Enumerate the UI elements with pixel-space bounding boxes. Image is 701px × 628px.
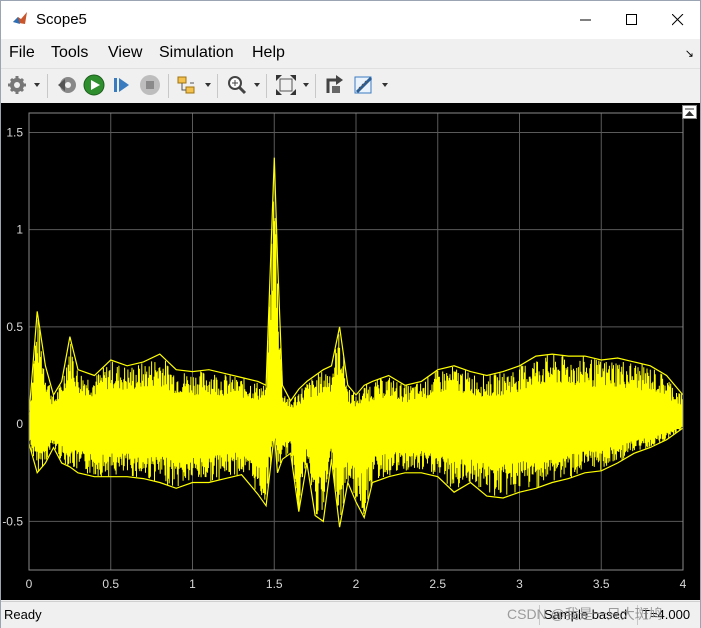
x-tick-label: 1.5	[266, 577, 283, 591]
y-tick-label: 1	[16, 223, 23, 237]
run-icon	[83, 74, 105, 96]
matlab-logo-icon	[12, 11, 28, 27]
status-text: Ready	[4, 607, 42, 622]
stop-icon	[139, 74, 161, 96]
x-tick-label: 0	[26, 577, 33, 591]
x-tick-label: 2.5	[429, 577, 446, 591]
x-tick-label: 1	[189, 577, 196, 591]
minimize-button[interactable]	[562, 1, 608, 39]
scope-chart[interactable]: 0 0.5 1 1.5 2 2.5 3 3.5 4 1.5 1 0.5 0 -0.5	[1, 103, 700, 600]
undock-icon	[683, 106, 696, 123]
y-tick-label: 1.5	[6, 125, 23, 139]
signal-selection-button[interactable]	[176, 74, 198, 96]
close-button[interactable]	[654, 1, 700, 39]
menu-bar: File Tools View Simulation Help ↘	[1, 39, 700, 67]
highlight-block-button[interactable]	[324, 74, 346, 96]
separator	[168, 74, 169, 98]
separator	[266, 74, 267, 98]
x-tick-label: 2	[353, 577, 360, 591]
menu-tools[interactable]: Tools	[51, 44, 88, 62]
autoscale-button[interactable]	[275, 74, 297, 96]
scope-window: Scope5 File Tools View Simulation Help ↘	[0, 0, 701, 628]
step-forward-icon	[111, 74, 133, 96]
measurements-button[interactable]	[353, 74, 375, 96]
x-tick-label: 3	[516, 577, 523, 591]
maximize-button[interactable]	[608, 1, 654, 39]
y-tick-label: -0.5	[2, 514, 23, 528]
autoscale-icon	[275, 74, 297, 96]
step-back-icon	[56, 74, 78, 96]
scope-plot-area[interactable]: 0 0.5 1 1.5 2 2.5 3 3.5 4 1.5 1 0.5 0 -0.5	[1, 103, 700, 600]
run-button[interactable]	[83, 74, 105, 96]
separator	[217, 74, 218, 98]
watermark: CSDN @我是一只大斑鸠	[507, 606, 663, 622]
zoom-icon	[226, 74, 248, 96]
x-tick-label: 3.5	[593, 577, 610, 591]
stop-button[interactable]	[139, 74, 161, 96]
step-forward-button[interactable]	[111, 74, 133, 96]
dock-arrow-icon[interactable]: ↘	[685, 47, 694, 60]
menu-simulation[interactable]: Simulation	[159, 44, 234, 62]
configuration-button[interactable]	[7, 74, 27, 96]
window-title: Scope5	[36, 11, 87, 28]
toolbar	[1, 68, 700, 104]
autoscale-dropdown-arrow[interactable]	[303, 83, 309, 87]
step-back-button[interactable]	[56, 74, 78, 96]
signal-select-icon	[176, 74, 198, 96]
menu-view[interactable]: View	[108, 44, 142, 62]
highlight-icon	[324, 74, 346, 96]
title-bar[interactable]: Scope5	[1, 1, 700, 39]
measurement-icon	[353, 74, 375, 96]
zoom-button[interactable]	[226, 74, 248, 96]
undock-button[interactable]	[682, 105, 697, 119]
measurements-dropdown-arrow[interactable]	[382, 83, 388, 87]
separator	[315, 74, 316, 98]
zoom-dropdown-arrow[interactable]	[254, 83, 260, 87]
menu-file[interactable]: File	[9, 44, 35, 62]
x-tick-label: 4	[680, 577, 687, 591]
y-tick-label: 0	[16, 417, 23, 431]
separator	[47, 74, 48, 98]
configuration-dropdown-arrow[interactable]	[34, 83, 40, 87]
y-tick-label: 0.5	[6, 320, 23, 334]
menu-help[interactable]: Help	[252, 44, 285, 62]
signal-dropdown-arrow[interactable]	[205, 83, 211, 87]
x-tick-label: 0.5	[102, 577, 119, 591]
gear-icon	[7, 74, 27, 96]
